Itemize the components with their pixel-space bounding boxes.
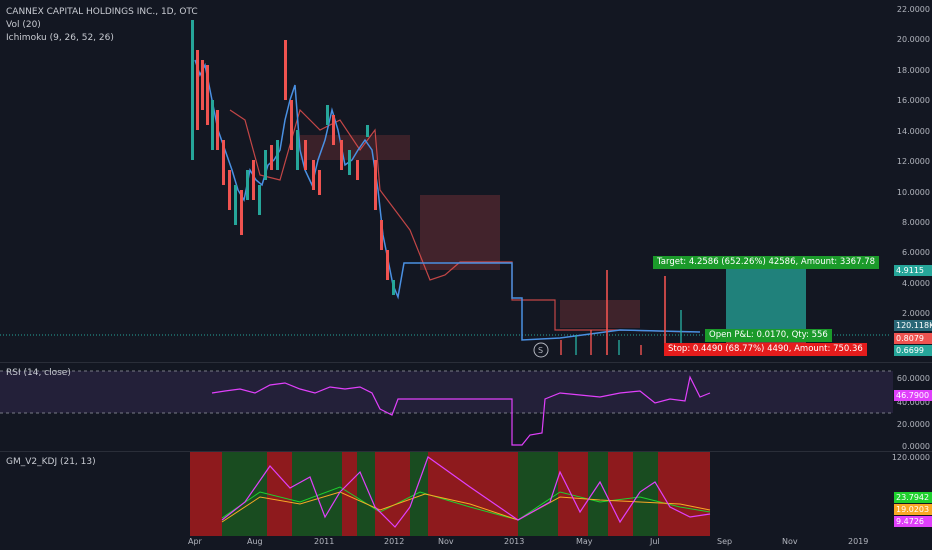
main-chart-pane[interactable]: S CANNEX CAPITAL HOLDINGS INC., 1D, OTC … [0, 0, 932, 360]
rsi-axis-label: 60.0000 [896, 374, 930, 383]
price-chart-svg[interactable]: S [0, 0, 932, 360]
kdj-chart-svg[interactable] [0, 452, 932, 536]
price-tag-target: 4.9115 [894, 265, 932, 276]
volume-indicator-label[interactable]: Vol (20) [6, 19, 198, 32]
kdj-pane[interactable]: GM_V2_KDJ (21, 13) 120.0000 0.0000 23.79… [0, 451, 932, 536]
time-axis-label: 2011 [314, 537, 335, 546]
price-axis-label: 4.0000 [902, 279, 930, 288]
price-axis-label: 10.0000 [896, 188, 930, 197]
price-tag-volume: 120.118K [894, 320, 932, 331]
stop-label[interactable]: Stop: 0.4490 (68.77%) 4490, Amount: 750.… [664, 343, 867, 356]
kdj-d-tag: 19.0203 [894, 504, 932, 515]
time-axis-label: 2013 [504, 537, 525, 546]
kdj-j-tag: 9.4726 [894, 516, 932, 527]
price-axis-label: 22.0000 [896, 5, 930, 14]
price-axis-label: 8.0000 [902, 218, 930, 227]
time-axis-label: Sep [717, 537, 733, 546]
rsi-value-tag: 46.7900 [894, 390, 932, 401]
target-label[interactable]: Target: 4.2586 (652.26%) 42586, Amount: … [653, 256, 880, 269]
time-axis-label: Nov [438, 537, 454, 546]
rsi-legend: RSI (14, close) [6, 367, 71, 380]
symbol-title: CANNEX CAPITAL HOLDINGS INC., 1D, OTC [6, 7, 198, 17]
price-tag-red: 0.8079 [894, 333, 932, 344]
kdj-title[interactable]: GM_V2_KDJ (21, 13) [6, 456, 96, 469]
price-axis-label: 2.0000 [902, 309, 930, 318]
rsi-title[interactable]: RSI (14, close) [6, 367, 71, 380]
price-tag-last: 0.6699 [894, 345, 932, 356]
rsi-axis-label: 0.0000 [902, 442, 930, 451]
time-axis-label: Jul [650, 537, 660, 546]
time-axis-label: Nov [782, 537, 798, 546]
kdj-k-tag: 23.7942 [894, 492, 932, 503]
time-axis-label: Aug [247, 537, 263, 546]
price-axis-label: 14.0000 [896, 127, 930, 136]
price-axis-label: 6.0000 [902, 248, 930, 257]
kdj-legend: GM_V2_KDJ (21, 13) [6, 456, 96, 469]
time-axis-label: 2012 [384, 537, 405, 546]
kdj-axis-label: 120.0000 [891, 453, 930, 462]
price-axis-label: 20.0000 [896, 35, 930, 44]
time-axis-label: Apr [188, 537, 202, 546]
time-axis-label: May [576, 537, 593, 546]
open-pnl-label[interactable]: Open P&L: 0.0170, Qty: 556 [705, 329, 832, 342]
price-axis-label: 16.0000 [896, 96, 930, 105]
ichimoku-indicator-label[interactable]: Ichimoku (9, 26, 52, 26) [6, 32, 198, 45]
time-axis-label: 2019 [848, 537, 869, 546]
target-zone [726, 262, 806, 330]
price-axis-label: 12.0000 [896, 157, 930, 166]
price-axis-label: 18.0000 [896, 66, 930, 75]
s-marker-text: S [538, 346, 543, 355]
rsi-axis-label: 20.0000 [896, 420, 930, 429]
rsi-chart-svg[interactable] [0, 363, 932, 451]
main-legend: CANNEX CAPITAL HOLDINGS INC., 1D, OTC Vo… [6, 6, 198, 45]
rsi-pane[interactable]: RSI (14, close) 60.0000 40.0000 20.0000 … [0, 362, 932, 451]
